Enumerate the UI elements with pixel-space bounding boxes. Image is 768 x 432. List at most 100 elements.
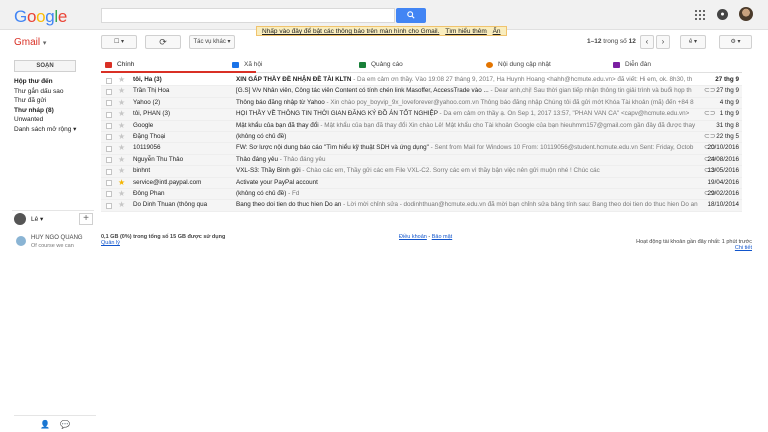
row-checkbox[interactable] <box>106 191 112 198</box>
refresh-button[interactable]: ⟳ <box>145 35 181 49</box>
star-icon[interactable]: ★ <box>118 132 125 142</box>
sidebar-item-sent[interactable]: Thư đã gửi <box>14 96 94 106</box>
star-icon[interactable]: ★ <box>118 86 125 96</box>
person-icon[interactable]: 👤 <box>40 420 50 430</box>
notifications-icon[interactable]: ● <box>717 9 728 20</box>
account-activity: Hoạt động tài khoản gần đây nhất: 1 phút… <box>600 239 752 251</box>
email-date: 1 thg 9 <box>719 110 739 118</box>
tab-forums[interactable]: Diễn đàn <box>609 59 742 73</box>
email-snippet: - Xin chào poy_boyvip_9x_loveforever@yah… <box>324 98 694 106</box>
manage-storage-link[interactable]: Quản lý <box>101 240 120 246</box>
email-sender: Google <box>133 121 154 129</box>
promo-text[interactable]: Nhấp vào đây để bật các thông báo trên m… <box>262 28 439 35</box>
email-row[interactable]: ★ tôi, Ha (3) XIN GẤP THẦY ĐỀ NHẬN ĐỀ TÀI … <box>101 75 742 87</box>
sidebar-item-inbox[interactable]: Hộp thư đến <box>14 77 94 87</box>
star-icon[interactable]: ★ <box>118 121 125 131</box>
settings-button[interactable]: ⚙ ▾ <box>719 35 752 49</box>
google-logo[interactable]: Google <box>14 7 67 27</box>
sidebar-nav: Hộp thư đến Thư gắn dấu sao Thư đã gửi T… <box>14 77 94 134</box>
email-row[interactable]: ★ Trần Thị Hoa [G.S] V/v Nhân viên, Công t… <box>101 86 742 98</box>
sidebar-item-unwanted[interactable]: Unwanted <box>14 115 94 125</box>
email-sender: Do Dinh Thuan (thông qua <box>133 201 208 209</box>
terms-link[interactable]: Điều khoản <box>399 234 427 240</box>
search-icon <box>407 11 415 19</box>
email-subject-line: FW: Sơ lược nội dung báo cáo "Tìm hiểu k… <box>236 143 701 153</box>
hangouts-add-button[interactable]: + <box>79 213 93 225</box>
email-row[interactable]: ★ 10119056 FW: Sơ lược nội dung báo cáo "T… <box>101 143 742 155</box>
next-page-button[interactable]: › <box>656 35 670 49</box>
star-icon[interactable]: ★ <box>118 75 125 85</box>
star-icon[interactable]: ★ <box>118 143 125 153</box>
row-checkbox[interactable] <box>106 168 112 175</box>
email-row[interactable]: ★ Google Mật khẩu của bạn đã thay đổi - Mậ… <box>101 120 742 132</box>
row-checkbox[interactable] <box>106 77 112 84</box>
gmail-menu[interactable]: Gmail ▾ <box>14 37 46 48</box>
activity-details-link[interactable]: Chi tiết <box>735 245 752 251</box>
row-checkbox[interactable] <box>106 123 112 130</box>
email-row[interactable]: ★ Nguyễn Thu Thảo Thảo đáng yêu - Thảo đán… <box>101 154 742 167</box>
row-checkbox[interactable] <box>106 180 112 187</box>
footer-links: Điều khoản - Bảo mật <box>399 234 453 240</box>
sidebar-item-drafts[interactable]: Thư nháp (8) <box>14 106 94 116</box>
tab-social[interactable]: Xã hội <box>228 59 348 73</box>
email-row[interactable]: ★ Đông Phan (không có chủ đề) - Fd ⊂⊃ 29/02/… <box>101 188 742 201</box>
sidebar-item-starred[interactable]: Thư gắn dấu sao <box>14 87 94 97</box>
account-avatar[interactable] <box>739 7 753 21</box>
sidebar-item-more[interactable]: Danh sách mở rộng ▾ <box>14 125 94 135</box>
row-checkbox[interactable] <box>106 111 112 118</box>
hangouts-user-label[interactable]: Lê ▾ <box>31 215 43 223</box>
email-date: 18/10/2014 <box>707 201 739 209</box>
people-icon <box>232 62 239 68</box>
contact-name[interactable]: HUY NGO QUANG <box>31 235 83 241</box>
email-row[interactable]: ★ Yahoo (2) Thông báo đăng nhập từ Yahoo -… <box>101 97 742 110</box>
contact-avatar[interactable] <box>16 236 26 246</box>
email-row[interactable]: ★ binhnt VXL-S3: Thầy Bình gửi - Chào các … <box>101 166 742 178</box>
row-checkbox[interactable] <box>106 157 112 164</box>
email-sender: Đông Phan <box>133 189 165 197</box>
search-input[interactable] <box>101 8 395 23</box>
hangouts-avatar[interactable] <box>14 213 26 225</box>
email-snippet: - Da em cảm ơn thầy ạ. On Sep 1, 2017 13… <box>437 110 690 118</box>
email-row[interactable]: ★ Do Dinh Thuan (thông qua Bang theo doi t… <box>101 200 742 212</box>
star-icon[interactable]: ★ <box>118 98 125 108</box>
select-checkbox-menu[interactable]: ☐ ▾ <box>101 35 137 49</box>
email-subject-line: (không có chủ đề) <box>236 132 701 142</box>
input-tools-button[interactable]: ê ▾ <box>680 35 706 49</box>
email-date: 22 thg 5 <box>716 132 739 140</box>
more-actions-button[interactable]: Tác vụ khác ▾ <box>189 35 235 49</box>
hangouts-divider <box>12 210 94 211</box>
tab-label: Nội dung cập nhật <box>498 61 551 68</box>
star-icon[interactable]: ★ <box>118 109 125 119</box>
star-icon[interactable]: ★ <box>118 178 125 188</box>
star-icon[interactable]: ★ <box>118 155 125 165</box>
apps-grid-icon[interactable] <box>695 10 705 20</box>
row-checkbox[interactable] <box>106 134 112 141</box>
star-icon[interactable]: ★ <box>118 166 125 176</box>
tab-updates[interactable]: Nội dung cập nhật <box>482 59 602 73</box>
star-icon[interactable]: ★ <box>118 200 125 210</box>
promo-learn-more-link[interactable]: Tìm hiểu thêm <box>445 28 487 35</box>
prev-page-button[interactable]: ‹ <box>640 35 654 49</box>
pager-range: 1–12 <box>587 38 602 45</box>
search-button[interactable] <box>396 8 426 23</box>
row-checkbox[interactable] <box>106 202 112 209</box>
tab-label: Xã hội <box>244 61 263 68</box>
email-sender: Đặng Thoại <box>133 132 166 140</box>
email-row[interactable]: ★ service@intl.paypal.com Activate your Pa… <box>101 177 742 189</box>
email-date: 31 thg 8 <box>716 121 739 129</box>
email-subject: Bang theo doi tien do thuc hien Do an <box>236 201 342 209</box>
row-checkbox[interactable] <box>106 145 112 152</box>
email-date: 24/08/2016 <box>707 155 739 163</box>
star-icon[interactable]: ★ <box>118 189 125 199</box>
row-checkbox[interactable] <box>106 88 112 95</box>
promo-hide-link[interactable]: Ẩn <box>493 28 501 35</box>
chevron-right-icon: › <box>661 37 665 46</box>
tab-promotions[interactable]: Quảng cáo <box>355 59 475 73</box>
hangouts-chat-icon[interactable]: 💬 <box>60 420 70 430</box>
email-row[interactable]: ★ tôi, PHAN (3) HỌI THẦY VỀ THÔNG TIN THỜI… <box>101 109 742 121</box>
privacy-link[interactable]: Bảo mật <box>432 234 452 240</box>
row-checkbox[interactable] <box>106 100 112 107</box>
email-row[interactable]: ★ Đặng Thoại (không có chủ đề) ⊂⊃ 22 thg 5 <box>101 131 742 144</box>
email-subject: Mật khẩu của bạn đã thay đổi <box>236 121 319 129</box>
compose-button[interactable]: SOẠN <box>14 60 76 72</box>
